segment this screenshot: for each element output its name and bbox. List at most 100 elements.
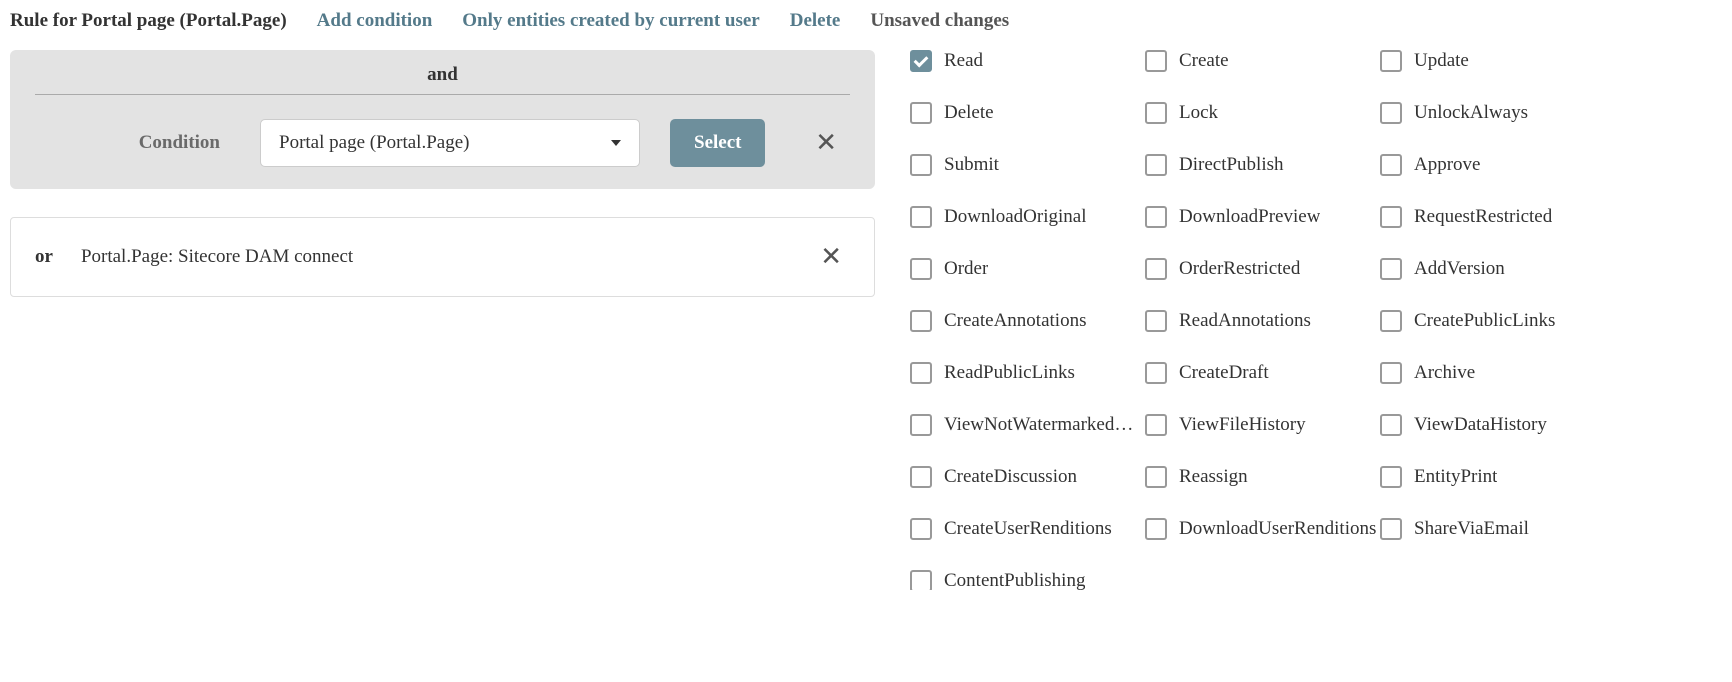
permission-checkbox[interactable] — [1380, 414, 1402, 436]
permission-checkbox[interactable] — [910, 362, 932, 384]
permission-label: ContentPublishing — [944, 570, 1085, 590]
permission-label: CreatePublicLinks — [1414, 310, 1555, 332]
permission-label: DirectPublish — [1179, 154, 1284, 176]
permission-item: DirectPublish — [1145, 154, 1380, 176]
permission-label: ViewDataHistory — [1414, 414, 1547, 436]
permission-label: Reassign — [1179, 466, 1248, 488]
permission-item: DownloadUserRenditions — [1145, 518, 1380, 540]
or-condition-block: or Portal.Page: Sitecore DAM connect ✕ — [10, 217, 875, 297]
permission-label: Approve — [1414, 154, 1480, 176]
unsaved-changes-label: Unsaved changes — [870, 10, 1009, 32]
permission-label: DownloadPreview — [1179, 206, 1320, 228]
permission-item: Order — [910, 258, 1145, 280]
add-condition-link[interactable]: Add condition — [317, 10, 433, 32]
permission-checkbox[interactable] — [1380, 310, 1402, 332]
permission-checkbox[interactable] — [1145, 414, 1167, 436]
permission-item: ViewNotWatermarkedRenditions — [910, 414, 1145, 436]
permission-checkbox[interactable] — [1380, 362, 1402, 384]
permission-label: ReadPublicLinks — [944, 362, 1075, 384]
remove-or-condition-icon[interactable]: ✕ — [812, 244, 850, 270]
permission-label: Delete — [944, 102, 994, 124]
rule-title: Rule for Portal page (Portal.Page) — [10, 10, 287, 32]
permission-item: OrderRestricted — [1145, 258, 1380, 280]
permission-item: CreatePublicLinks — [1380, 310, 1615, 332]
permission-checkbox[interactable] — [1145, 466, 1167, 488]
permission-label: CreateUserRenditions — [944, 518, 1112, 540]
permission-checkbox[interactable] — [910, 466, 932, 488]
permission-label: Create — [1179, 50, 1229, 72]
permission-item: Reassign — [1145, 466, 1380, 488]
permission-item: DownloadPreview — [1145, 206, 1380, 228]
permission-checkbox[interactable] — [1380, 154, 1402, 176]
remove-condition-icon[interactable]: ✕ — [807, 130, 845, 156]
permission-item: CreateAnnotations — [910, 310, 1145, 332]
permission-item: CreateDiscussion — [910, 466, 1145, 488]
permission-item: Create — [1145, 50, 1380, 72]
and-condition-block: and Condition Portal page (Portal.Page) … — [10, 50, 875, 189]
permission-checkbox[interactable] — [1380, 102, 1402, 124]
permission-label: UnlockAlways — [1414, 102, 1528, 124]
permission-item: EntityPrint — [1380, 466, 1615, 488]
permission-checkbox[interactable] — [910, 570, 932, 590]
permission-label: CreateDraft — [1179, 362, 1269, 384]
permission-item: ShareViaEmail — [1380, 518, 1615, 540]
permission-item: Archive — [1380, 362, 1615, 384]
permission-item: AddVersion — [1380, 258, 1615, 280]
condition-dropdown[interactable]: Portal page (Portal.Page) — [260, 119, 640, 167]
condition-value: Portal page (Portal.Page) — [279, 132, 469, 154]
permission-label: DownloadOriginal — [944, 206, 1086, 228]
permission-item: RequestRestricted — [1380, 206, 1615, 228]
permission-checkbox[interactable] — [1145, 206, 1167, 228]
permission-checkbox[interactable] — [910, 518, 932, 540]
permission-label: Submit — [944, 154, 999, 176]
delete-link[interactable]: Delete — [790, 10, 841, 32]
permission-checkbox[interactable] — [1145, 102, 1167, 124]
permission-checkbox[interactable] — [910, 50, 932, 72]
permission-checkbox[interactable] — [910, 102, 932, 124]
only-current-user-link[interactable]: Only entities created by current user — [462, 10, 759, 32]
permission-label: DownloadUserRenditions — [1179, 518, 1376, 540]
permission-checkbox[interactable] — [1380, 466, 1402, 488]
permission-label: ReadAnnotations — [1179, 310, 1311, 332]
permission-checkbox[interactable] — [1380, 206, 1402, 228]
permission-checkbox[interactable] — [910, 310, 932, 332]
permission-checkbox[interactable] — [1380, 50, 1402, 72]
or-label: or — [35, 246, 53, 268]
permission-item: Submit — [910, 154, 1145, 176]
permission-checkbox[interactable] — [1145, 362, 1167, 384]
permission-checkbox[interactable] — [1380, 258, 1402, 280]
permission-label: CreateAnnotations — [944, 310, 1086, 332]
permission-checkbox[interactable] — [1380, 518, 1402, 540]
permission-checkbox[interactable] — [910, 206, 932, 228]
permission-label: ShareViaEmail — [1414, 518, 1529, 540]
permission-checkbox[interactable] — [1145, 258, 1167, 280]
permission-checkbox[interactable] — [910, 258, 932, 280]
permission-label: Update — [1414, 50, 1469, 72]
permission-label: Lock — [1179, 102, 1218, 124]
permission-checkbox[interactable] — [1145, 518, 1167, 540]
permission-item: UnlockAlways — [1380, 102, 1615, 124]
permission-item: ContentPublishing — [910, 570, 1145, 590]
permission-checkbox[interactable] — [1145, 154, 1167, 176]
rule-header: Rule for Portal page (Portal.Page) Add c… — [10, 10, 1722, 32]
permission-checkbox[interactable] — [1145, 50, 1167, 72]
permission-item: Delete — [910, 102, 1145, 124]
permission-item: ReadAnnotations — [1145, 310, 1380, 332]
and-heading: and — [35, 64, 850, 95]
permission-item: Update — [1380, 50, 1615, 72]
permission-label: RequestRestricted — [1414, 206, 1552, 228]
permission-checkbox[interactable] — [910, 414, 932, 436]
chevron-down-icon — [611, 140, 621, 146]
select-button[interactable]: Select — [670, 119, 765, 167]
permission-item: ViewDataHistory — [1380, 414, 1615, 436]
permission-label: AddVersion — [1414, 258, 1505, 280]
permission-item: Read — [910, 50, 1145, 72]
permission-checkbox[interactable] — [910, 154, 932, 176]
permission-item: Lock — [1145, 102, 1380, 124]
permission-label: ViewFileHistory — [1179, 414, 1306, 436]
permission-label: Order — [944, 258, 988, 280]
permission-label: Read — [944, 50, 983, 72]
permission-item: ViewFileHistory — [1145, 414, 1380, 436]
condition-label: Condition — [30, 132, 230, 154]
permission-checkbox[interactable] — [1145, 310, 1167, 332]
